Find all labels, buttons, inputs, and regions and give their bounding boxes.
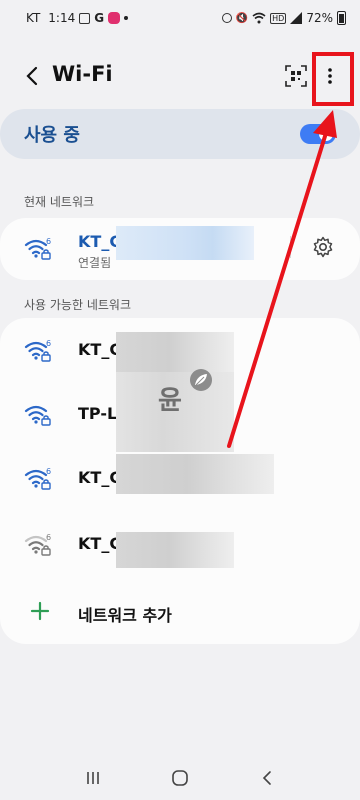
wifi-master-toggle-row[interactable]: 사용 중 [0, 109, 360, 159]
clock: 1:14 [48, 11, 76, 25]
current-network-section-title: 현재 네트워크 [24, 195, 95, 209]
wifi-6-locked-weak-icon: 6 [24, 533, 51, 556]
wifi-6-locked-icon: 6 [24, 237, 51, 260]
network-name: KT_C [78, 340, 122, 359]
redacted-ssid-blur [116, 532, 234, 568]
svg-text:6: 6 [46, 237, 51, 246]
back-arrow-icon [26, 66, 38, 86]
app-bar: Wi-Fi [0, 52, 360, 100]
instagram-icon [108, 12, 121, 24]
nav-back-button[interactable] [255, 766, 279, 790]
back-button[interactable] [16, 60, 48, 92]
alarm-icon [221, 13, 232, 23]
wifi-6-locked-icon: 6 [24, 467, 51, 490]
redacted-ssid-blur [116, 454, 274, 494]
watermark-logo: 윤 [158, 368, 218, 424]
qr-scan-button[interactable] [282, 62, 310, 90]
network-name: KT_C [78, 468, 122, 487]
status-bar: KT 1:14 G 🔇 HD 72% [0, 0, 360, 36]
page-title: Wi-Fi [52, 62, 113, 86]
plus-icon [30, 601, 50, 621]
google-icon: G [94, 11, 105, 25]
qr-scanner-icon [285, 65, 307, 87]
svg-text:6: 6 [46, 467, 51, 476]
network-settings-button[interactable] [310, 234, 336, 260]
battery-icon [337, 11, 346, 25]
network-name: KT_C [78, 534, 122, 553]
switch-knob [319, 127, 333, 141]
carrier-label: KT [26, 11, 41, 25]
signal-icon [290, 12, 303, 24]
recents-button[interactable] [81, 766, 105, 790]
available-networks-section-title: 사용 가능한 네트워크 [24, 298, 131, 312]
home-icon [172, 770, 188, 786]
network-name: TP-L [78, 404, 118, 423]
wifi-6-locked-icon: 6 [24, 339, 51, 362]
navigation-bar [0, 756, 360, 800]
wifi-switch[interactable] [300, 124, 336, 144]
add-network-button[interactable]: 네트워크 추가 [0, 586, 360, 640]
watermark-text: 윤 [158, 386, 182, 416]
wifi-locked-icon [24, 405, 51, 426]
svg-text:6: 6 [46, 533, 51, 542]
more-notifications-icon [124, 16, 129, 20]
recents-icon [87, 772, 100, 784]
hd-icon: HD [270, 12, 287, 24]
gear-icon [313, 236, 333, 258]
leaf-icon [190, 369, 212, 391]
gallery-icon [79, 12, 91, 24]
row-divider [290, 236, 291, 258]
wifi-toggle-label: 사용 중 [24, 125, 80, 146]
current-network-status: 연결됨 [78, 256, 112, 270]
wifi-status-icon [252, 12, 266, 24]
battery-level: 72% [306, 11, 333, 25]
home-button[interactable] [168, 766, 192, 790]
add-network-label: 네트워크 추가 [78, 606, 172, 625]
current-network-name: KT_C [78, 232, 122, 251]
highlight-box [312, 52, 354, 106]
mute-icon: 🔇 [235, 12, 249, 24]
redacted-ssid-blur [116, 226, 254, 260]
current-network-card: 6 KT_C 연결됨 [0, 218, 360, 280]
back-icon [262, 771, 271, 785]
svg-text:6: 6 [46, 339, 51, 348]
